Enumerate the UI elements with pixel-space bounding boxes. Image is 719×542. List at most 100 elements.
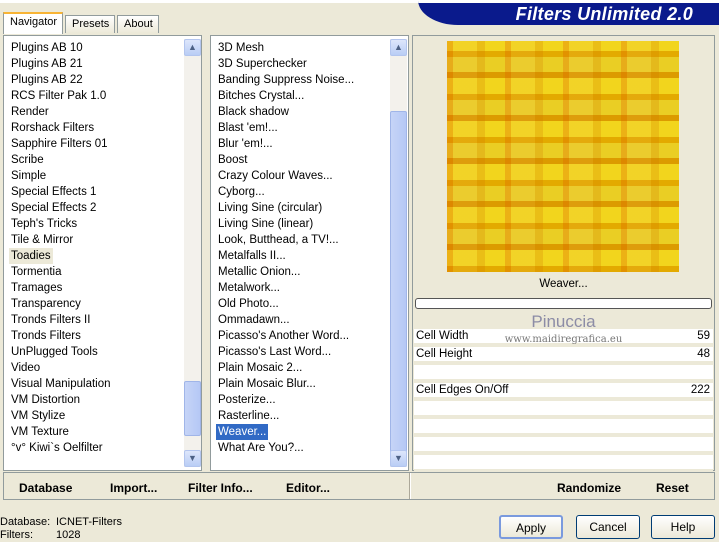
app-title: Filters Unlimited 2.0 xyxy=(515,4,693,24)
list-item[interactable]: Tramages xyxy=(11,280,62,296)
scroll-down-icon[interactable]: ▼ xyxy=(390,450,407,467)
list-item[interactable]: Weaver... xyxy=(216,424,269,440)
scroll-thumb[interactable] xyxy=(390,111,407,454)
filters-count: 1028 xyxy=(56,529,81,541)
list-item[interactable]: Black shadow xyxy=(218,104,289,120)
list-item[interactable]: Crazy Colour Waves... xyxy=(218,168,333,184)
param-slider[interactable] xyxy=(414,365,713,381)
randomize-button[interactable]: Randomize xyxy=(557,481,621,495)
list-item[interactable]: Banding Suppress Noise... xyxy=(218,72,354,88)
scroll-down-icon[interactable]: ▼ xyxy=(184,450,201,467)
param-value: 48 xyxy=(697,348,710,360)
param-slider[interactable] xyxy=(414,455,713,471)
filters-label: Filters: xyxy=(0,529,33,541)
list-item[interactable]: Tile & Mirror xyxy=(11,232,73,248)
list-item[interactable]: Special Effects 1 xyxy=(11,184,96,200)
import-button[interactable]: Import... xyxy=(110,481,157,495)
top-line xyxy=(0,0,418,3)
tab-presets[interactable]: Presets xyxy=(65,15,115,33)
list-item[interactable]: Bitches Crystal... xyxy=(218,88,304,104)
list-item[interactable]: Living Sine (circular) xyxy=(218,200,322,216)
list-item[interactable]: Render xyxy=(11,104,49,120)
title-banner: Filters Unlimited 2.0 xyxy=(418,0,719,25)
list-item[interactable]: Sapphire Filters 01 xyxy=(11,136,108,152)
list-item[interactable]: Ommadawn... xyxy=(218,312,290,328)
category-scrollbar[interactable]: ▲ ▼ xyxy=(184,39,201,467)
list-item[interactable]: 3D Mesh xyxy=(218,40,264,56)
list-item[interactable]: Look, Butthead, a TV!... xyxy=(218,232,339,248)
scroll-thumb[interactable] xyxy=(184,381,201,436)
list-item[interactable]: Special Effects 2 xyxy=(11,200,96,216)
list-item[interactable]: Scribe xyxy=(11,152,44,168)
param-label: Cell Height xyxy=(416,348,473,360)
list-item[interactable]: What Are You?... xyxy=(218,440,304,456)
database-label: Database: xyxy=(0,516,51,528)
list-item[interactable]: °v° Kiwi`s Oelfilter xyxy=(11,440,103,456)
list-item[interactable]: Picasso's Another Word... xyxy=(218,328,349,344)
list-item[interactable]: Transparency xyxy=(11,296,81,312)
list-item[interactable]: Plain Mosaic 2... xyxy=(218,360,302,376)
list-item[interactable]: Metalwork... xyxy=(218,280,280,296)
list-item[interactable]: Blast 'em!... xyxy=(218,120,278,136)
list-item[interactable]: Plain Mosaic Blur... xyxy=(218,376,316,392)
category-list[interactable]: ▲ ▼ Plugins AB 10 Plugins AB 21 Plugins AB… xyxy=(3,35,202,471)
editor-button[interactable]: Editor... xyxy=(286,481,330,495)
param-value: 222 xyxy=(690,384,710,396)
list-item[interactable]: Plugins AB 22 xyxy=(11,72,83,88)
list-item[interactable]: Metallic Onion... xyxy=(218,264,300,280)
list-item[interactable]: Tronds Filters II xyxy=(11,312,90,328)
list-item[interactable]: RCS Filter Pak 1.0 xyxy=(11,88,106,104)
list-item[interactable]: Blur 'em!... xyxy=(218,136,273,152)
help-button[interactable]: Help xyxy=(651,515,715,539)
preview-image xyxy=(447,41,679,272)
list-item[interactable]: Tormentia xyxy=(11,264,62,280)
scroll-up-icon[interactable]: ▲ xyxy=(390,39,407,56)
apply-button[interactable]: Apply xyxy=(499,515,563,539)
filter-list[interactable]: ▲ ▼ 3D Mesh 3D Superchecker Banding Suppre… xyxy=(210,35,409,471)
param-slider[interactable] xyxy=(414,419,713,435)
watermark-name: Pinuccia xyxy=(531,312,596,331)
param-slider[interactable]: Cell Edges On/Off 222 xyxy=(414,383,713,399)
list-item[interactable]: Toadies xyxy=(9,248,53,264)
param-slider[interactable]: Cell Height 48 xyxy=(414,347,713,363)
list-item[interactable]: Video xyxy=(11,360,40,376)
param-slider[interactable] xyxy=(414,401,713,417)
database-button[interactable]: Database xyxy=(19,481,72,495)
filter-name: Weaver... xyxy=(539,278,588,290)
list-item[interactable]: Rorshack Filters xyxy=(11,120,94,136)
list-item[interactable]: Simple xyxy=(11,168,46,184)
list-item[interactable]: Boost xyxy=(218,152,247,168)
filter-panel: Weaver... Pinuccia www.maidiregrafica.eu… xyxy=(412,35,715,471)
tab-navigator[interactable]: Navigator xyxy=(3,12,63,34)
list-item[interactable]: Posterize... xyxy=(218,392,276,408)
divider xyxy=(409,473,411,499)
list-item[interactable]: Plugins AB 21 xyxy=(11,56,83,72)
button-bar: Database Import... Filter Info... Editor… xyxy=(3,472,715,500)
list-item[interactable]: UnPlugged Tools xyxy=(11,344,98,360)
list-item[interactable]: Visual Manipulation xyxy=(11,376,111,392)
list-item[interactable]: Old Photo... xyxy=(218,296,279,312)
filter-scrollbar[interactable]: ▲ ▼ xyxy=(390,39,407,467)
list-item[interactable]: Plugins AB 10 xyxy=(11,40,83,56)
list-item[interactable]: Tronds Filters xyxy=(11,328,81,344)
param-label: Cell Edges On/Off xyxy=(416,384,509,396)
watermark-url: www.maidiregrafica.eu xyxy=(504,334,623,345)
list-item[interactable]: Living Sine (linear) xyxy=(218,216,313,232)
scroll-up-icon[interactable]: ▲ xyxy=(184,39,201,56)
progress-bar xyxy=(415,298,712,309)
list-item[interactable]: Rasterline... xyxy=(218,408,279,424)
tab-about[interactable]: About xyxy=(117,15,159,33)
reset-button[interactable]: Reset xyxy=(656,481,689,495)
filter-info-button[interactable]: Filter Info... xyxy=(188,481,253,495)
list-item[interactable]: Picasso's Last Word... xyxy=(218,344,331,360)
list-item[interactable]: Metalfalls II... xyxy=(218,248,286,264)
param-slider[interactable] xyxy=(414,437,713,453)
list-item[interactable]: VM Distortion xyxy=(11,392,80,408)
cancel-button[interactable]: Cancel xyxy=(576,515,640,539)
list-item[interactable]: VM Texture xyxy=(11,424,69,440)
list-item[interactable]: Cyborg... xyxy=(218,184,265,200)
list-item[interactable]: 3D Superchecker xyxy=(218,56,307,72)
database-value: ICNET-Filters xyxy=(56,516,122,528)
list-item[interactable]: Teph's Tricks xyxy=(11,216,77,232)
list-item[interactable]: VM Stylize xyxy=(11,408,65,424)
